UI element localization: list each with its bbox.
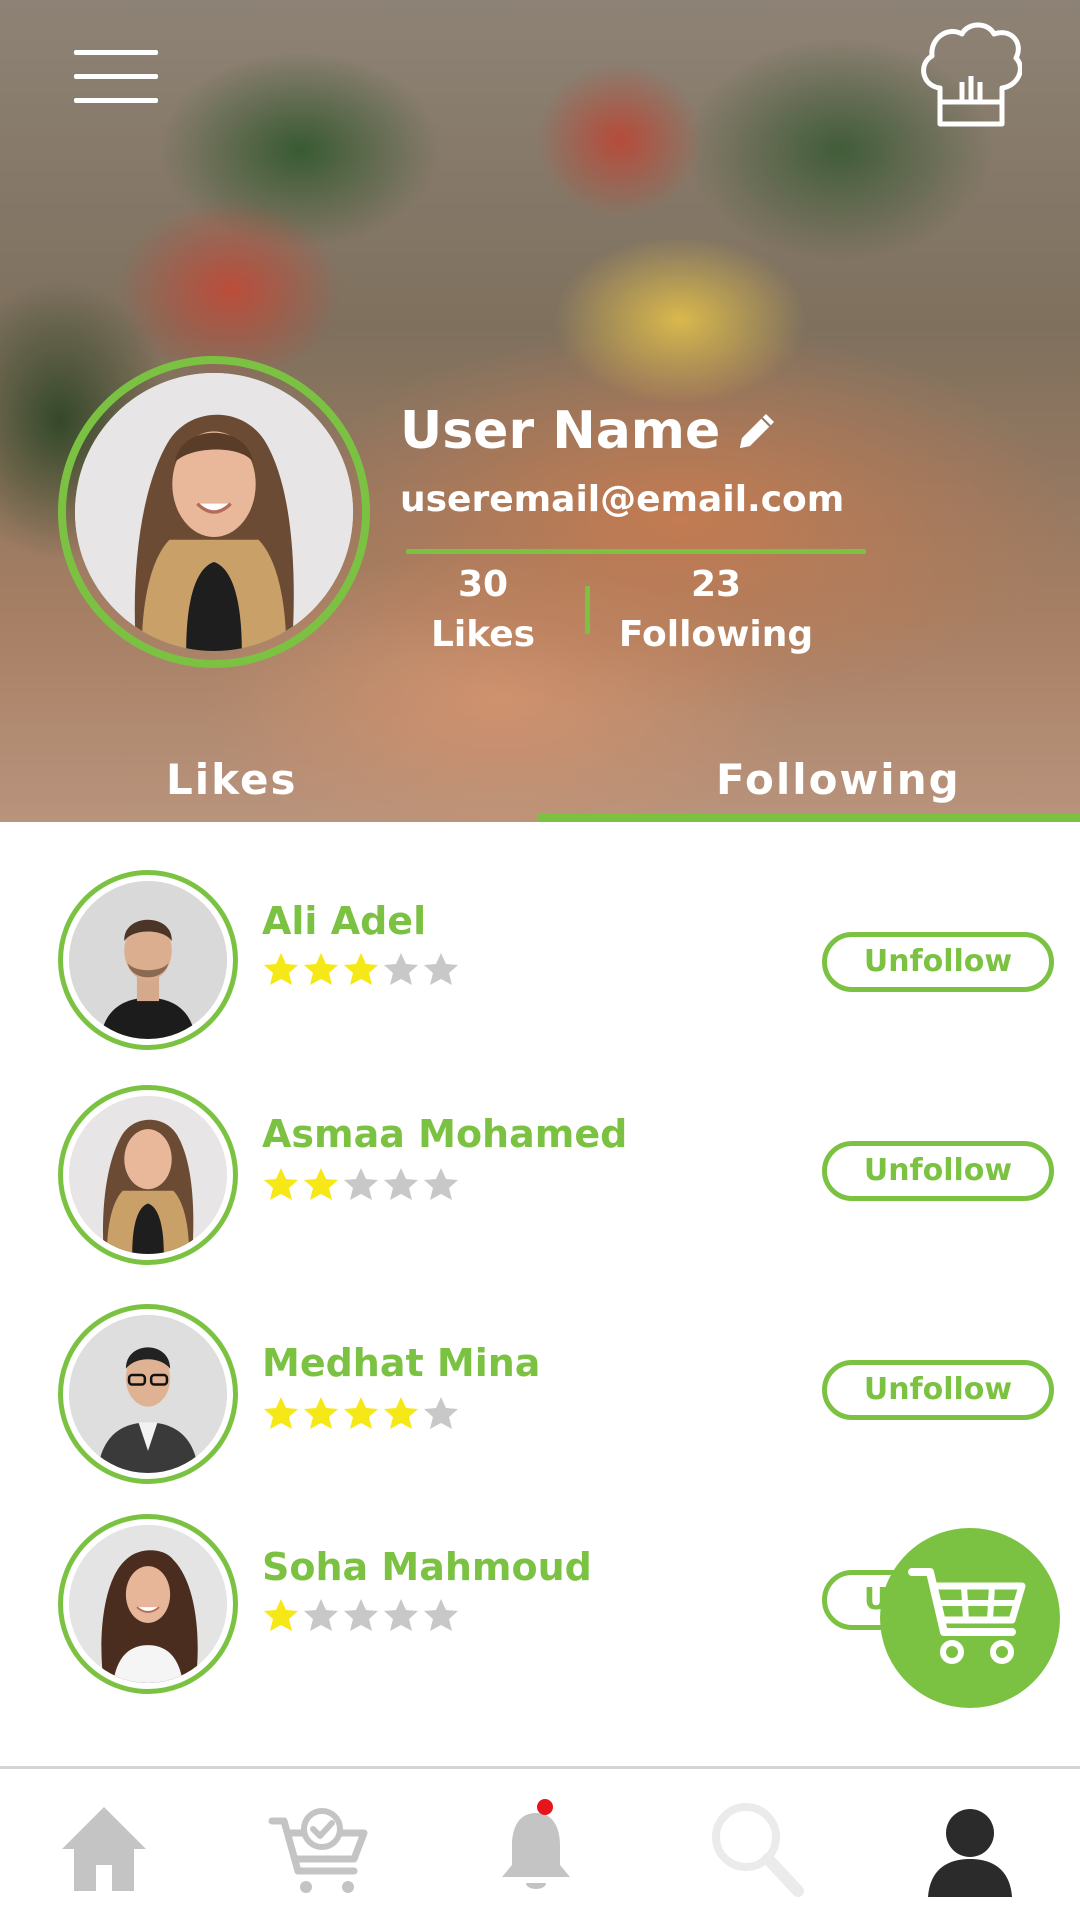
avatar[interactable] — [58, 1085, 238, 1265]
rating-stars — [262, 1165, 460, 1205]
search-icon — [712, 1803, 804, 1897]
user-name: User Name — [400, 401, 721, 461]
following-label: Following — [618, 614, 814, 655]
avatar[interactable] — [58, 1304, 238, 1484]
shopping-cart-icon — [908, 1568, 1026, 1664]
star-empty-icon — [384, 1599, 418, 1631]
nav-cart[interactable] — [268, 1799, 368, 1899]
avatar-photo — [69, 1525, 227, 1683]
nav-home[interactable] — [54, 1799, 154, 1899]
avatar-photo — [69, 1315, 227, 1473]
star-filled-icon — [264, 1397, 298, 1429]
star-filled-icon — [304, 953, 338, 985]
tab-likes[interactable]: Likes — [166, 752, 297, 808]
following-stat[interactable]: 23 Following — [616, 560, 816, 660]
star-filled-icon — [344, 1397, 378, 1429]
star-empty-icon — [344, 1599, 378, 1631]
star-filled-icon — [264, 953, 298, 985]
star-empty-icon — [424, 953, 458, 985]
list-item: Medhat Mina Unfollow — [0, 1300, 1080, 1490]
user-name: Ali Adel — [262, 899, 427, 943]
likes-count: 30 — [457, 564, 509, 605]
profile-icon — [928, 1809, 1012, 1897]
rating-stars — [262, 1596, 460, 1636]
unfollow-button[interactable]: Unfollow — [822, 1360, 1054, 1420]
profile-divider — [406, 549, 866, 554]
home-icon — [62, 1807, 146, 1891]
stats-separator — [585, 586, 590, 634]
star-empty-icon — [344, 1168, 378, 1200]
cart-button[interactable] — [880, 1528, 1060, 1708]
chef-hat-icon[interactable] — [918, 20, 1022, 132]
pencil-icon[interactable] — [734, 408, 780, 454]
unfollow-button[interactable]: Unfollow — [822, 932, 1054, 992]
likes-label: Likes — [430, 614, 536, 655]
user-name: Medhat Mina — [262, 1341, 541, 1385]
unfollow-button[interactable]: Unfollow — [822, 1141, 1054, 1201]
star-filled-icon — [384, 1397, 418, 1429]
avatar-photo — [69, 881, 227, 1039]
star-filled-icon — [304, 1168, 338, 1200]
nav-search[interactable] — [706, 1799, 806, 1899]
likes-stat[interactable]: 30 Likes — [410, 560, 556, 660]
hamburger-menu-icon[interactable] — [74, 50, 158, 104]
avatar-photo — [69, 1096, 227, 1254]
rating-stars — [262, 950, 460, 990]
user-name: Asmaa Mohamed — [262, 1112, 628, 1156]
cart-check-icon — [268, 1808, 368, 1893]
star-empty-icon — [424, 1168, 458, 1200]
star-empty-icon — [304, 1599, 338, 1631]
star-empty-icon — [424, 1599, 458, 1631]
profile-header: User Name useremail@email.com 30 Likes 2… — [0, 0, 1080, 822]
avatar[interactable] — [58, 870, 238, 1050]
star-filled-icon — [344, 953, 378, 985]
profile-photo — [75, 373, 353, 651]
active-tab-indicator — [538, 814, 1080, 822]
list-item: Asmaa Mohamed Unfollow — [0, 1081, 1080, 1271]
star-empty-icon — [424, 1397, 458, 1429]
bottom-navigation — [0, 1766, 1080, 1920]
user-name: Soha Mahmoud — [262, 1545, 592, 1589]
star-filled-icon — [264, 1599, 298, 1631]
star-filled-icon — [304, 1397, 338, 1429]
list-item: Ali Adel Unfollow — [0, 866, 1080, 1056]
avatar[interactable] — [58, 1514, 238, 1694]
following-count: 23 — [690, 564, 742, 605]
tab-following[interactable]: Following — [716, 752, 961, 808]
bell-icon — [502, 1799, 570, 1889]
star-empty-icon — [384, 1168, 418, 1200]
nav-notifications[interactable] — [486, 1799, 586, 1899]
user-email: useremail@email.com — [400, 479, 845, 520]
profile-avatar[interactable] — [58, 356, 370, 668]
star-empty-icon — [384, 953, 418, 985]
star-filled-icon — [264, 1168, 298, 1200]
rating-stars — [262, 1394, 460, 1434]
nav-profile[interactable] — [920, 1799, 1020, 1899]
notification-dot — [537, 1799, 553, 1815]
